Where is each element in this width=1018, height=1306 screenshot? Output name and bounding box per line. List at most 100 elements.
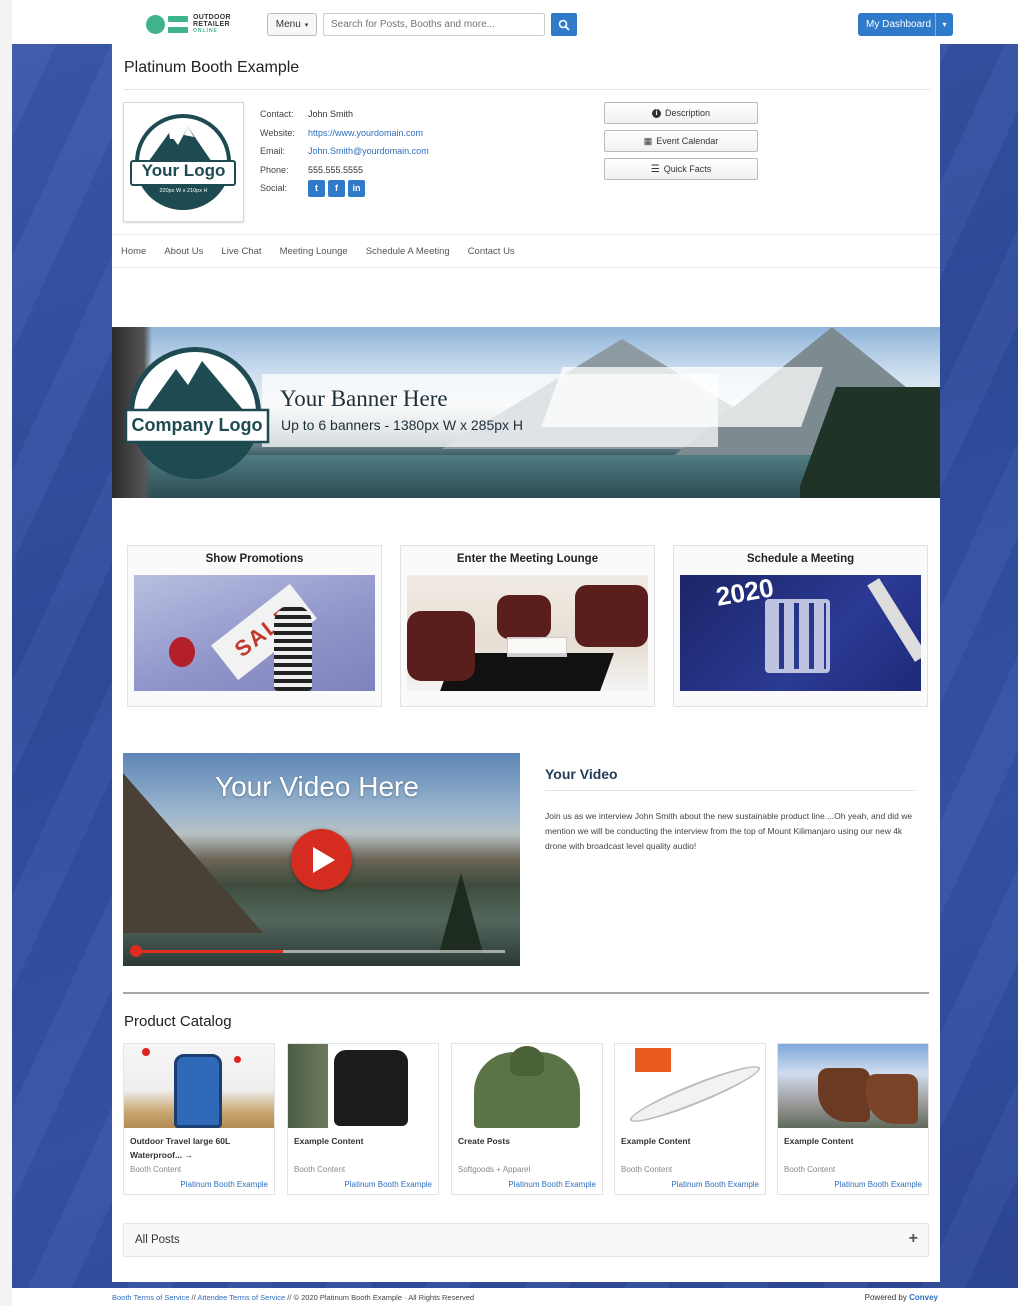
linkedin-icon[interactable]: in: [348, 179, 365, 197]
lounge-image: [407, 575, 648, 691]
backpack-image: [124, 1044, 274, 1128]
site-logo-icon[interactable]: [146, 15, 165, 34]
jacket-hood: [510, 1046, 544, 1076]
subnav-home[interactable]: Home: [121, 246, 146, 257]
person: [274, 605, 312, 691]
schedule-meeting-card[interactable]: Schedule a Meeting 2020: [673, 545, 928, 707]
event-calendar-button[interactable]: ▦ Event Calendar: [604, 130, 758, 152]
logo-card-size: 220px W x 210px H: [159, 188, 208, 194]
subnav-live-chat[interactable]: Live Chat: [221, 246, 261, 257]
website-row: Website: https://www.yourdomain.com: [260, 124, 429, 143]
my-dashboard-button[interactable]: My Dashboard ▾: [858, 13, 953, 36]
calendar-icon: ▦: [643, 135, 653, 146]
tactical-bag-image: [288, 1044, 438, 1128]
product-name[interactable]: Example Content: [784, 1134, 924, 1148]
tactical-bag: [334, 1050, 408, 1126]
play-icon[interactable]: [291, 829, 352, 890]
company-logo: Company Logo: [124, 347, 272, 484]
attendee-terms-link[interactable]: Attendee Terms of Service: [197, 1293, 285, 1302]
search-input[interactable]: [323, 13, 545, 36]
show-promotions-card[interactable]: Show Promotions SALE: [127, 545, 382, 707]
menu-button[interactable]: Menu ▾: [267, 13, 317, 36]
balloon: [169, 637, 195, 667]
site-logo-bars: [168, 16, 188, 33]
social-row: Social: t f in: [260, 179, 429, 198]
dashboard-label: My Dashboard: [866, 19, 932, 30]
product-card[interactable]: Outdoor Travel large 60L Waterproof... →…: [123, 1043, 275, 1195]
footer: Booth Terms of Service // Attendee Terms…: [12, 1288, 1018, 1306]
boot: [818, 1068, 870, 1122]
product-card[interactable]: Create Posts Softgoods + Apparel Platinu…: [451, 1043, 603, 1195]
website-label: Website:: [260, 127, 295, 138]
banner-subtitle: Up to 6 banners - 1380px W x 285px H: [281, 417, 524, 433]
product-booth-link[interactable]: Platinum Booth Example: [671, 1180, 759, 1189]
company-logo-graphic: [124, 347, 270, 479]
social-label: Social:: [260, 183, 288, 194]
powered-by-label: Powered by: [864, 1293, 910, 1302]
video-scrubber-handle[interactable]: [130, 945, 142, 957]
card-title: Schedule a Meeting: [746, 553, 855, 565]
booth-logo-card: Your Logo 220px W x 210px H: [123, 102, 244, 222]
boot: [866, 1074, 918, 1124]
hero-banner[interactable]: Your Banner Here Up to 6 banners - 1380p…: [112, 327, 940, 498]
twitter-icon[interactable]: t: [308, 179, 325, 197]
video-progress-bar[interactable]: [135, 950, 505, 953]
product-card[interactable]: Example Content Booth Content Platinum B…: [777, 1043, 929, 1195]
search-button[interactable]: [551, 13, 577, 36]
website-link[interactable]: https://www.yourdomain.com: [308, 128, 423, 138]
caret-down-icon[interactable]: ▾: [935, 13, 953, 36]
product-booth-link[interactable]: Platinum Booth Example: [834, 1180, 922, 1189]
description-label: Description: [664, 108, 711, 118]
coffee-table: [507, 637, 567, 657]
product-name[interactable]: Outdoor Travel large 60L Waterproof... →: [130, 1134, 270, 1162]
product-booth-link[interactable]: Platinum Booth Example: [344, 1180, 432, 1189]
email-label: Email:: [260, 146, 286, 157]
facebook-icon[interactable]: f: [328, 179, 345, 197]
video-player[interactable]: Your Video Here: [123, 753, 520, 966]
all-posts-label: All Posts: [135, 1234, 180, 1246]
convey-logo[interactable]: Convey: [909, 1293, 938, 1302]
list-icon: ☰: [650, 163, 660, 175]
contact-row: Contact: John Smith: [260, 105, 429, 124]
email-row: Email: John.Smith@yourdomain.com: [260, 142, 429, 161]
product-name[interactable]: Create Posts: [458, 1134, 598, 1148]
phone-label: Phone:: [260, 164, 289, 175]
banner-title: Your Banner Here: [280, 386, 448, 411]
page-left-strip: [0, 0, 12, 1306]
subnav-meeting-lounge[interactable]: Meeting Lounge: [280, 246, 348, 257]
phone-row: Phone: 555.555.5555: [260, 161, 429, 180]
booth-terms-link[interactable]: Booth Terms of Service: [112, 1293, 189, 1302]
quick-facts-button[interactable]: ☰ Quick Facts: [604, 158, 758, 180]
subnav-schedule-meeting[interactable]: Schedule A Meeting: [366, 246, 450, 257]
company-logo-text: Company Logo: [131, 415, 263, 435]
video-heading: Your Video: [545, 766, 618, 782]
contact-name: John Smith: [308, 109, 354, 120]
subnav-about-us[interactable]: About Us: [164, 246, 203, 257]
product-card[interactable]: Example Content Booth Content Platinum B…: [287, 1043, 439, 1195]
contact-label: Contact:: [260, 109, 294, 120]
product-category: Booth Content: [621, 1165, 673, 1174]
site-logo-text[interactable]: OUTDOOR RETAILER ONLINE: [193, 14, 231, 35]
logo-card-title: Your Logo: [141, 161, 226, 180]
caret-down-icon: ▾: [304, 21, 309, 29]
sofa: [575, 585, 648, 647]
description-button[interactable]: i Description: [604, 102, 758, 124]
plus-icon[interactable]: +: [909, 1230, 918, 1248]
product-card[interactable]: Example Content Booth Content Platinum B…: [614, 1043, 766, 1195]
logo-line-2: RETAILER: [193, 21, 230, 28]
banner-trees: [800, 387, 940, 498]
boots-image: [778, 1044, 928, 1128]
calendar-graphic: [765, 599, 830, 673]
all-posts-accordion[interactable]: All Posts +: [123, 1223, 929, 1257]
sofa: [497, 595, 551, 639]
logo-line-3: ONLINE: [193, 28, 218, 34]
email-link[interactable]: John.Smith@yourdomain.com: [308, 146, 429, 156]
meeting-lounge-card[interactable]: Enter the Meeting Lounge: [400, 545, 655, 707]
footer-copyright: // © 2020 Platinum Booth Example · All R…: [285, 1293, 475, 1302]
product-name[interactable]: Example Content: [294, 1134, 434, 1148]
search-icon: [558, 19, 570, 31]
product-booth-link[interactable]: Platinum Booth Example: [180, 1180, 268, 1189]
product-booth-link[interactable]: Platinum Booth Example: [508, 1180, 596, 1189]
subnav-contact-us[interactable]: Contact Us: [468, 246, 515, 257]
product-name[interactable]: Example Content: [621, 1134, 761, 1148]
